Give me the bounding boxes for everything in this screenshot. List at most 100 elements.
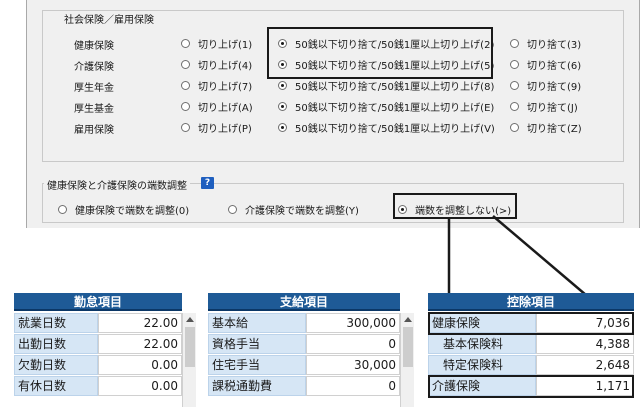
- radio-dot: [181, 60, 190, 69]
- callout-box-health-insurance-row: [428, 312, 634, 335]
- table-row[interactable]: 特定保険料 2,648: [428, 355, 634, 376]
- radio-round-up-label: 切り上げ(4): [198, 61, 253, 72]
- radio-round-up-label: 切り上げ(7): [198, 82, 253, 93]
- radio-dot: [510, 60, 519, 69]
- radio-round-down-label: 切り捨て(6): [527, 61, 582, 72]
- item-value[interactable]: 22.00: [98, 334, 182, 354]
- scroll-up-icon[interactable]: [186, 317, 194, 322]
- insurance-row-label: 厚生年金: [74, 83, 114, 94]
- radio-round-up[interactable]: 切り上げ(7): [181, 78, 252, 93]
- item-value[interactable]: 30,000: [306, 355, 400, 375]
- radio-dot-selected: [278, 81, 287, 90]
- scroll-thumb[interactable]: [403, 327, 413, 367]
- radio-dot: [181, 39, 190, 48]
- item-label: 有休日数: [14, 376, 98, 396]
- radio-round-up[interactable]: 切り上げ(P): [181, 120, 252, 135]
- table-row[interactable]: 就業日数 22.00: [14, 313, 182, 334]
- payments-scrollbar[interactable]: [400, 313, 414, 407]
- callout-box-no-adjust: [393, 193, 517, 219]
- item-label: 欠勤日数: [14, 355, 98, 375]
- radio-dot: [510, 81, 519, 90]
- radio-round-half[interactable]: 50銭以下切り捨て/50銭1厘以上切り上げ(8): [278, 78, 494, 93]
- radio-round-up[interactable]: 切り上げ(A): [181, 99, 253, 114]
- radio-dot: [181, 123, 190, 132]
- radio-round-down-label: 切り捨て(9): [527, 82, 582, 93]
- radio-round-down-label: 切り捨て(J): [527, 103, 578, 114]
- callout-box-care-insurance-row: [428, 375, 634, 398]
- rounding-settings-dialog: 社会保険／雇用保険 健康保険 切り上げ(1) 50銭以下切り捨て/50銭1厘以上切り…: [26, 0, 640, 228]
- radio-adjust-health-label: 健康保険で端数を調整(0): [75, 206, 190, 217]
- scroll-up-icon[interactable]: [404, 317, 412, 322]
- radio-dot: [181, 81, 190, 90]
- radio-adjust-care-label: 介護保険で端数を調整(Y): [245, 206, 359, 217]
- radio-round-down[interactable]: 切り捨て(9): [510, 78, 581, 93]
- radio-dot-selected: [278, 102, 287, 111]
- item-label: 基本保険料: [428, 334, 536, 354]
- attendance-scrollbar[interactable]: [182, 313, 196, 407]
- radio-round-up[interactable]: 切り上げ(4): [181, 57, 252, 72]
- deductions-header: 控除項目: [428, 293, 634, 311]
- scroll-thumb[interactable]: [185, 327, 195, 367]
- table-row[interactable]: 資格手当 0: [208, 334, 400, 355]
- payments-panel: 支給項目 基本給 300,000 資格手当 0 住宅手当 30,000 課税通勤費 0: [208, 293, 414, 407]
- attendance-panel: 勤怠項目 就業日数 22.00 出勤日数 22.00 欠勤日数 0.00 有休日数 0.00: [14, 293, 196, 407]
- radio-round-down[interactable]: 切り捨て(6): [510, 57, 581, 72]
- table-row[interactable]: 出勤日数 22.00: [14, 334, 182, 355]
- radio-dot: [58, 205, 67, 214]
- item-value[interactable]: 300,000: [306, 313, 400, 333]
- radio-round-up-label: 切り上げ(A): [198, 103, 253, 114]
- insurance-row-label: 雇用保険: [74, 125, 114, 136]
- item-label: 課税通勤費: [208, 376, 306, 396]
- item-value[interactable]: 0.00: [98, 355, 182, 375]
- insurance-row-label: 介護保険: [74, 62, 114, 73]
- item-value[interactable]: 0: [306, 376, 400, 396]
- table-row[interactable]: 住宅手当 30,000: [208, 355, 400, 376]
- radio-round-half-label: 50銭以下切り捨て/50銭1厘以上切り上げ(V): [295, 124, 495, 135]
- radio-dot: [510, 123, 519, 132]
- fraction-adjust-group-title: 健康保険と介護保険の端数調整: [44, 177, 190, 192]
- radio-round-down-label: 切り捨て(Z): [527, 124, 582, 135]
- radio-dot: [181, 102, 190, 111]
- dialog-right-edge: [639, 0, 640, 228]
- radio-round-down[interactable]: 切り捨て(3): [510, 36, 581, 51]
- radio-adjust-care[interactable]: 介護保険で端数を調整(Y): [228, 202, 359, 217]
- item-label: 資格手当: [208, 334, 306, 354]
- item-label: 基本給: [208, 313, 306, 333]
- item-label: 出勤日数: [14, 334, 98, 354]
- item-label: 特定保険料: [428, 355, 536, 375]
- radio-round-half[interactable]: 50銭以下切り捨て/50銭1厘以上切り上げ(E): [278, 99, 494, 114]
- radio-round-up-label: 切り上げ(1): [198, 40, 253, 51]
- radio-round-up-label: 切り上げ(P): [198, 124, 252, 135]
- payments-header: 支給項目: [208, 293, 400, 311]
- radio-round-up[interactable]: 切り上げ(1): [181, 36, 252, 51]
- radio-dot: [510, 39, 519, 48]
- table-row[interactable]: 有休日数 0.00: [14, 376, 182, 397]
- item-value[interactable]: 0.00: [98, 376, 182, 396]
- table-row[interactable]: 基本保険料 4,388: [428, 334, 634, 355]
- insurance-row-label: 厚生基金: [74, 104, 114, 115]
- table-row[interactable]: 基本給 300,000: [208, 313, 400, 334]
- item-value[interactable]: 4,388: [536, 334, 634, 354]
- radio-dot: [510, 102, 519, 111]
- attendance-header: 勤怠項目: [14, 293, 182, 311]
- item-value[interactable]: 22.00: [98, 313, 182, 333]
- radio-dot-selected: [278, 123, 287, 132]
- radio-round-half-label: 50銭以下切り捨て/50銭1厘以上切り上げ(E): [295, 103, 495, 114]
- radio-round-half[interactable]: 50銭以下切り捨て/50銭1厘以上切り上げ(V): [278, 120, 495, 135]
- radio-round-down-label: 切り捨て(3): [527, 40, 582, 51]
- item-value[interactable]: 0: [306, 334, 400, 354]
- radio-round-down[interactable]: 切り捨て(J): [510, 99, 578, 114]
- help-icon[interactable]: ?: [201, 177, 214, 189]
- item-label: 住宅手当: [208, 355, 306, 375]
- radio-round-half-label: 50銭以下切り捨て/50銭1厘以上切り上げ(8): [295, 82, 495, 93]
- social-insurance-group-title: 社会保険／雇用保険: [61, 11, 157, 26]
- table-row[interactable]: 課税通勤費 0: [208, 376, 400, 397]
- radio-round-down[interactable]: 切り捨て(Z): [510, 120, 582, 135]
- item-value[interactable]: 2,648: [536, 355, 634, 375]
- dialog-left-edge: [26, 0, 27, 228]
- radio-dot: [228, 205, 237, 214]
- table-row[interactable]: 欠勤日数 0.00: [14, 355, 182, 376]
- item-label: 就業日数: [14, 313, 98, 333]
- insurance-row-label: 健康保険: [74, 41, 114, 52]
- radio-adjust-health[interactable]: 健康保険で端数を調整(0): [58, 202, 189, 217]
